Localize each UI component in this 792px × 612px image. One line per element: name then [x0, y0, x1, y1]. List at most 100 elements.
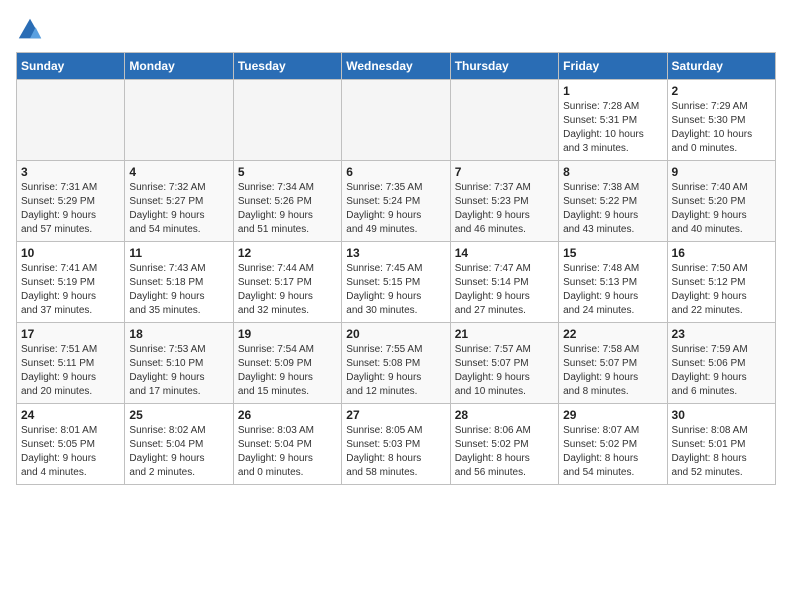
- calendar-cell: 2Sunrise: 7:29 AM Sunset: 5:30 PM Daylig…: [667, 80, 775, 161]
- calendar-week-row: 24Sunrise: 8:01 AM Sunset: 5:05 PM Dayli…: [17, 404, 776, 485]
- day-number: 4: [129, 165, 228, 179]
- day-number: 26: [238, 408, 337, 422]
- calendar-cell: 30 Sunrise: 8:08 AM Sunset: 5:01 PM Dayli…: [667, 404, 775, 485]
- calendar-cell: [342, 80, 450, 161]
- day-info: Sunrise: 7:37 AM Sunset: 5:23 PM Dayligh…: [455, 181, 554, 237]
- day-info: Sunrise: 7:38 AM Sunset: 5:22 PM Dayligh…: [563, 181, 662, 237]
- day-number: 12: [238, 246, 337, 260]
- day-info: Sunrise: 7:44 AM Sunset: 5:17 PM Dayligh…: [238, 262, 337, 318]
- weekday-header: Wednesday: [342, 53, 450, 80]
- day-number: 19: [238, 327, 337, 341]
- calendar-cell: 4 Sunrise: 7:32 AM Sunset: 5:27 PM Daylig…: [125, 161, 233, 242]
- day-info: Sunrise: 7:35 AM Sunset: 5:24 PM Dayligh…: [346, 181, 445, 237]
- day-number: 15: [563, 246, 662, 260]
- day-number: 30: [672, 408, 771, 422]
- day-info: Sunrise: 8:05 AM Sunset: 5:03 PM Dayligh…: [346, 424, 445, 480]
- day-number: 20: [346, 327, 445, 341]
- calendar-week-row: 17 Sunrise: 7:51 AM Sunset: 5:11 PM Dayli…: [17, 323, 776, 404]
- day-number: 29: [563, 408, 662, 422]
- day-info: Sunrise: 7:50 AM Sunset: 5:12 PM Dayligh…: [672, 262, 771, 318]
- day-number: 5: [238, 165, 337, 179]
- day-number: 17: [21, 327, 120, 341]
- day-info: Sunrise: 7:32 AM Sunset: 5:27 PM Dayligh…: [129, 181, 228, 237]
- day-number: 23: [672, 327, 771, 341]
- day-info: Sunrise: 7:28 AM Sunset: 5:31 PM Dayligh…: [563, 100, 662, 156]
- day-info: Sunrise: 7:58 AM Sunset: 5:07 PM Dayligh…: [563, 343, 662, 399]
- calendar-cell: 6Sunrise: 7:35 AM Sunset: 5:24 PM Daylig…: [342, 161, 450, 242]
- day-info: Sunrise: 7:41 AM Sunset: 5:19 PM Dayligh…: [21, 262, 120, 318]
- day-number: 21: [455, 327, 554, 341]
- day-number: 1: [563, 84, 662, 98]
- calendar-cell: 13 Sunrise: 7:45 AM Sunset: 5:15 PM Dayli…: [342, 242, 450, 323]
- calendar-cell: 9 Sunrise: 7:40 AM Sunset: 5:20 PM Daylig…: [667, 161, 775, 242]
- day-info: Sunrise: 7:54 AM Sunset: 5:09 PM Dayligh…: [238, 343, 337, 399]
- calendar-cell: 24Sunrise: 8:01 AM Sunset: 5:05 PM Dayli…: [17, 404, 125, 485]
- day-info: Sunrise: 8:02 AM Sunset: 5:04 PM Dayligh…: [129, 424, 228, 480]
- page-header: [16, 16, 776, 44]
- day-number: 2: [672, 84, 771, 98]
- calendar-cell: 7 Sunrise: 7:37 AM Sunset: 5:23 PM Daylig…: [450, 161, 558, 242]
- calendar-cell: 20Sunrise: 7:55 AM Sunset: 5:08 PM Dayli…: [342, 323, 450, 404]
- calendar-cell: 18 Sunrise: 7:53 AM Sunset: 5:10 PM Dayli…: [125, 323, 233, 404]
- day-info: Sunrise: 7:51 AM Sunset: 5:11 PM Dayligh…: [21, 343, 120, 399]
- calendar-cell: 14 Sunrise: 7:47 AM Sunset: 5:14 PM Dayli…: [450, 242, 558, 323]
- calendar-cell: 17 Sunrise: 7:51 AM Sunset: 5:11 PM Dayli…: [17, 323, 125, 404]
- day-info: Sunrise: 7:45 AM Sunset: 5:15 PM Dayligh…: [346, 262, 445, 318]
- weekday-header: Friday: [559, 53, 667, 80]
- logo-icon: [16, 16, 44, 44]
- day-info: Sunrise: 7:57 AM Sunset: 5:07 PM Dayligh…: [455, 343, 554, 399]
- calendar-cell: [233, 80, 341, 161]
- day-info: Sunrise: 7:53 AM Sunset: 5:10 PM Dayligh…: [129, 343, 228, 399]
- calendar-cell: 21 Sunrise: 7:57 AM Sunset: 5:07 PM Dayli…: [450, 323, 558, 404]
- day-number: 16: [672, 246, 771, 260]
- calendar-cell: 22Sunrise: 7:58 AM Sunset: 5:07 PM Dayli…: [559, 323, 667, 404]
- calendar-week-row: 3 Sunrise: 7:31 AM Sunset: 5:29 PM Daylig…: [17, 161, 776, 242]
- day-number: 25: [129, 408, 228, 422]
- calendar-cell: [17, 80, 125, 161]
- calendar-cell: 28 Sunrise: 8:06 AM Sunset: 5:02 PM Dayli…: [450, 404, 558, 485]
- calendar-cell: 15 Sunrise: 7:48 AM Sunset: 5:13 PM Dayli…: [559, 242, 667, 323]
- day-number: 8: [563, 165, 662, 179]
- day-number: 7: [455, 165, 554, 179]
- day-info: Sunrise: 7:48 AM Sunset: 5:13 PM Dayligh…: [563, 262, 662, 318]
- day-number: 9: [672, 165, 771, 179]
- day-info: Sunrise: 8:07 AM Sunset: 5:02 PM Dayligh…: [563, 424, 662, 480]
- day-number: 3: [21, 165, 120, 179]
- calendar-cell: 29 Sunrise: 8:07 AM Sunset: 5:02 PM Dayli…: [559, 404, 667, 485]
- calendar-cell: [450, 80, 558, 161]
- day-info: Sunrise: 7:43 AM Sunset: 5:18 PM Dayligh…: [129, 262, 228, 318]
- calendar: SundayMondayTuesdayWednesdayThursdayFrid…: [16, 52, 776, 485]
- calendar-cell: [125, 80, 233, 161]
- calendar-week-row: 1 Sunrise: 7:28 AM Sunset: 5:31 PM Daylig…: [17, 80, 776, 161]
- calendar-cell: 3 Sunrise: 7:31 AM Sunset: 5:29 PM Daylig…: [17, 161, 125, 242]
- weekday-header: Thursday: [450, 53, 558, 80]
- calendar-cell: 12 Sunrise: 7:44 AM Sunset: 5:17 PM Dayli…: [233, 242, 341, 323]
- calendar-cell: 16 Sunrise: 7:50 AM Sunset: 5:12 PM Dayli…: [667, 242, 775, 323]
- day-number: 11: [129, 246, 228, 260]
- day-info: Sunrise: 7:40 AM Sunset: 5:20 PM Dayligh…: [672, 181, 771, 237]
- day-info: Sunrise: 8:08 AM Sunset: 5:01 PM Dayligh…: [672, 424, 771, 480]
- day-info: Sunrise: 8:06 AM Sunset: 5:02 PM Dayligh…: [455, 424, 554, 480]
- day-info: Sunrise: 7:31 AM Sunset: 5:29 PM Dayligh…: [21, 181, 120, 237]
- calendar-cell: 5 Sunrise: 7:34 AM Sunset: 5:26 PM Daylig…: [233, 161, 341, 242]
- day-number: 24: [21, 408, 120, 422]
- day-number: 10: [21, 246, 120, 260]
- day-number: 13: [346, 246, 445, 260]
- day-info: Sunrise: 8:03 AM Sunset: 5:04 PM Dayligh…: [238, 424, 337, 480]
- calendar-cell: 23Sunrise: 7:59 AM Sunset: 5:06 PM Dayli…: [667, 323, 775, 404]
- weekday-header: Monday: [125, 53, 233, 80]
- weekday-header: Tuesday: [233, 53, 341, 80]
- day-number: 27: [346, 408, 445, 422]
- calendar-cell: 10 Sunrise: 7:41 AM Sunset: 5:19 PM Dayli…: [17, 242, 125, 323]
- calendar-cell: 26 Sunrise: 8:03 AM Sunset: 5:04 PM Dayli…: [233, 404, 341, 485]
- calendar-cell: 19 Sunrise: 7:54 AM Sunset: 5:09 PM Dayli…: [233, 323, 341, 404]
- day-info: Sunrise: 7:47 AM Sunset: 5:14 PM Dayligh…: [455, 262, 554, 318]
- day-number: 14: [455, 246, 554, 260]
- day-number: 18: [129, 327, 228, 341]
- weekday-header: Saturday: [667, 53, 775, 80]
- calendar-header-row: SundayMondayTuesdayWednesdayThursdayFrid…: [17, 53, 776, 80]
- day-number: 28: [455, 408, 554, 422]
- weekday-header: Sunday: [17, 53, 125, 80]
- calendar-cell: 25 Sunrise: 8:02 AM Sunset: 5:04 PM Dayli…: [125, 404, 233, 485]
- day-info: Sunrise: 7:34 AM Sunset: 5:26 PM Dayligh…: [238, 181, 337, 237]
